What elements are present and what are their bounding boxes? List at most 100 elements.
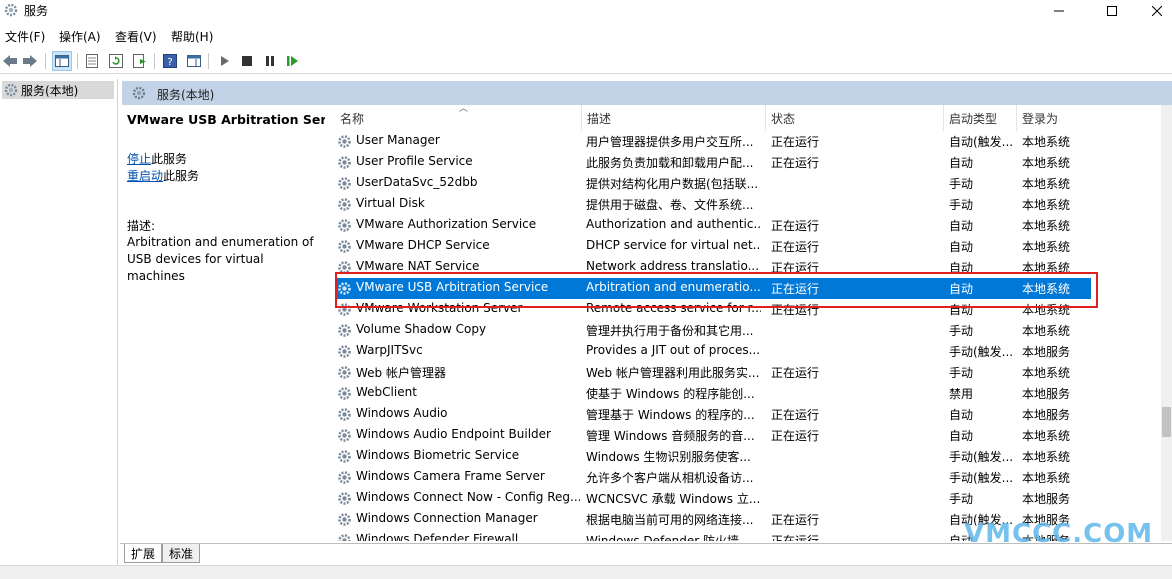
tab-extended[interactable]: 扩展 xyxy=(124,544,163,563)
service-gear-icon xyxy=(338,345,351,358)
table-row[interactable]: Volume Shadow Copy 管理并执行用于备份和其它用... 手动 本地系统 xyxy=(335,320,1091,341)
properties-button[interactable] xyxy=(82,51,102,71)
menu-view[interactable]: 查看(V) xyxy=(115,28,157,45)
table-row[interactable]: VMware Workstation Server Remote access s… xyxy=(335,299,1091,320)
cell-startup-type: 手动 xyxy=(949,324,974,338)
service-gear-icon xyxy=(338,261,351,274)
minimize-button[interactable] xyxy=(1036,0,1082,22)
table-row[interactable]: User Profile Service 此服务负责加载和卸载用户配... 正在运行… xyxy=(335,152,1091,173)
export-list-button[interactable] xyxy=(130,51,150,71)
close-button[interactable] xyxy=(1134,0,1172,22)
cell-startup-type: 手动 xyxy=(949,366,974,380)
cell-description: 根据电脑当前可用的网络连接... xyxy=(586,513,754,527)
service-gear-icon xyxy=(338,177,351,190)
services-gear-icon xyxy=(4,3,18,17)
table-row[interactable]: WarpJITSvc Provides a JIT out of proces..… xyxy=(335,341,1091,362)
cell-description: Web 帐户管理器利用此服务实... xyxy=(586,366,760,380)
action-pane-button[interactable] xyxy=(184,51,204,71)
table-row[interactable]: Windows Audio Endpoint Builder 管理 Windows… xyxy=(335,425,1091,446)
column-header-logon-as[interactable]: 登录为 xyxy=(1017,105,1097,131)
column-header-startup-type[interactable]: 启动类型 xyxy=(944,105,1017,131)
table-row[interactable]: Windows Connect Now - Config Reg... WCNCS… xyxy=(335,488,1091,509)
table-row[interactable]: Virtual Disk 提供用于磁盘、卷、文件系统... 手动 本地系统 xyxy=(335,194,1091,215)
cell-startup-type: 自动 xyxy=(949,156,974,170)
cell-logon-as: 本地系统 xyxy=(1022,471,1071,485)
help-button[interactable]: ? xyxy=(160,51,180,71)
table-row[interactable]: WebClient 使基于 Windows 的程序能创... 禁用 本地服务 xyxy=(335,383,1091,404)
table-row[interactable]: Windows Camera Frame Server 允许多个客户端从相机设备访… xyxy=(335,467,1091,488)
cell-description: DHCP service for virtual net... xyxy=(586,238,761,252)
table-row[interactable]: User Manager 用户管理器提供多用户交互所... 正在运行 自动(触发...… xyxy=(335,131,1091,152)
table-row[interactable]: Windows Biometric Service Windows 生物识别服务使… xyxy=(335,446,1091,467)
table-row[interactable]: VMware DHCP Service DHCP service for virt… xyxy=(335,236,1091,257)
cell-name: VMware DHCP Service xyxy=(356,238,490,252)
cell-status: 正在运行 xyxy=(771,513,820,527)
cell-description: Network address translatio... xyxy=(586,259,760,273)
sort-ascending-icon: ︿ xyxy=(459,105,469,114)
action-pane-icon xyxy=(187,55,201,67)
status-bar xyxy=(0,565,1172,579)
restart-service-link[interactable]: 重启动 xyxy=(127,169,163,183)
services-gear-icon xyxy=(132,86,146,100)
table-row[interactable]: VMware NAT Service Network address transl… xyxy=(335,257,1091,278)
properties-icon xyxy=(86,54,98,68)
service-gear-icon xyxy=(338,450,351,463)
table-row[interactable]: UserDataSvc_52dbb 提供对结构化用户数据(包括联... 手动 本地系统 xyxy=(335,173,1091,194)
scrollbar-thumb[interactable] xyxy=(1162,407,1171,437)
cell-startup-type: 禁用 xyxy=(949,387,974,401)
cell-name: WebClient xyxy=(356,385,417,399)
play-icon xyxy=(221,56,229,66)
cell-name: Web 帐户管理器 xyxy=(356,366,446,380)
console-tree-icon xyxy=(55,55,69,67)
cell-name: Windows Biometric Service xyxy=(356,448,520,462)
cell-description: 管理并执行用于备份和其它用... xyxy=(586,324,754,338)
menu-action[interactable]: 操作(A) xyxy=(59,28,101,45)
vertical-scrollbar[interactable] xyxy=(1161,105,1172,541)
cell-name: User Profile Service xyxy=(356,154,473,168)
cell-description: 允许多个客户端从相机设备访... xyxy=(586,471,754,485)
tab-standard[interactable]: 标准 xyxy=(162,544,201,563)
start-service-button[interactable] xyxy=(215,51,235,71)
column-header-label: 状态 xyxy=(771,111,796,126)
minimize-icon xyxy=(1054,10,1064,12)
cell-status: 正在运行 xyxy=(771,408,820,422)
column-header-status[interactable]: 状态 xyxy=(766,105,944,131)
cell-name: Windows Audio Endpoint Builder xyxy=(356,427,551,441)
cell-name: Windows Connection Manager xyxy=(356,511,538,525)
pause-icon xyxy=(266,56,274,66)
cell-name: Windows Connect Now - Config Reg... xyxy=(356,490,580,504)
service-gear-icon xyxy=(338,408,351,421)
svg-text:?: ? xyxy=(167,57,172,68)
menu-help[interactable]: 帮助(H) xyxy=(171,28,213,45)
cell-logon-as: 本地服务 xyxy=(1022,345,1071,359)
cell-logon-as: 本地服务 xyxy=(1022,492,1071,506)
cell-status: 正在运行 xyxy=(771,135,820,149)
show-hide-console-tree-button[interactable] xyxy=(52,51,72,71)
stop-service-button[interactable] xyxy=(237,51,257,71)
pause-service-button[interactable] xyxy=(260,51,280,71)
console-tree: 服务(本地) xyxy=(0,79,118,579)
toolbar: ? xyxy=(0,48,1172,74)
menu-bar: 文件(F) 操作(A) 查看(V) 帮助(H) xyxy=(0,26,1172,46)
description-label: 描述: xyxy=(127,219,156,233)
cell-logon-as: 本地系统 xyxy=(1022,324,1071,338)
selected-service-name: VMware USB Arbitration Service xyxy=(127,112,355,127)
refresh-button[interactable] xyxy=(106,51,126,71)
stop-service-link[interactable]: 停止 xyxy=(127,152,151,166)
menu-file[interactable]: 文件(F) xyxy=(5,28,45,45)
restart-service-button[interactable] xyxy=(283,51,303,71)
table-row-selected[interactable]: VMware USB Arbitration Service Arbitratio… xyxy=(335,278,1091,299)
tree-item-services-local[interactable]: 服务(本地) xyxy=(2,81,114,99)
maximize-button[interactable] xyxy=(1089,0,1135,22)
cell-startup-type: 自动 xyxy=(949,219,974,233)
service-gear-icon xyxy=(338,492,351,505)
forward-button[interactable] xyxy=(20,51,40,71)
table-row[interactable]: VMware Authorization Service Authorizatio… xyxy=(335,215,1091,236)
back-button[interactable] xyxy=(0,51,20,71)
cell-logon-as: 本地服务 xyxy=(1022,408,1071,422)
cell-startup-type: 手动(触发... xyxy=(949,450,1014,464)
table-row[interactable]: Web 帐户管理器 Web 帐户管理器利用此服务实... 正在运行 手动 本地系统 xyxy=(335,362,1091,383)
table-row[interactable]: Windows Audio 管理基于 Windows 的程序的... 正在运行 自动 本… xyxy=(335,404,1091,425)
column-header-description[interactable]: 描述 xyxy=(582,105,766,131)
column-header-name[interactable]: ︿ 名称 xyxy=(335,105,582,131)
